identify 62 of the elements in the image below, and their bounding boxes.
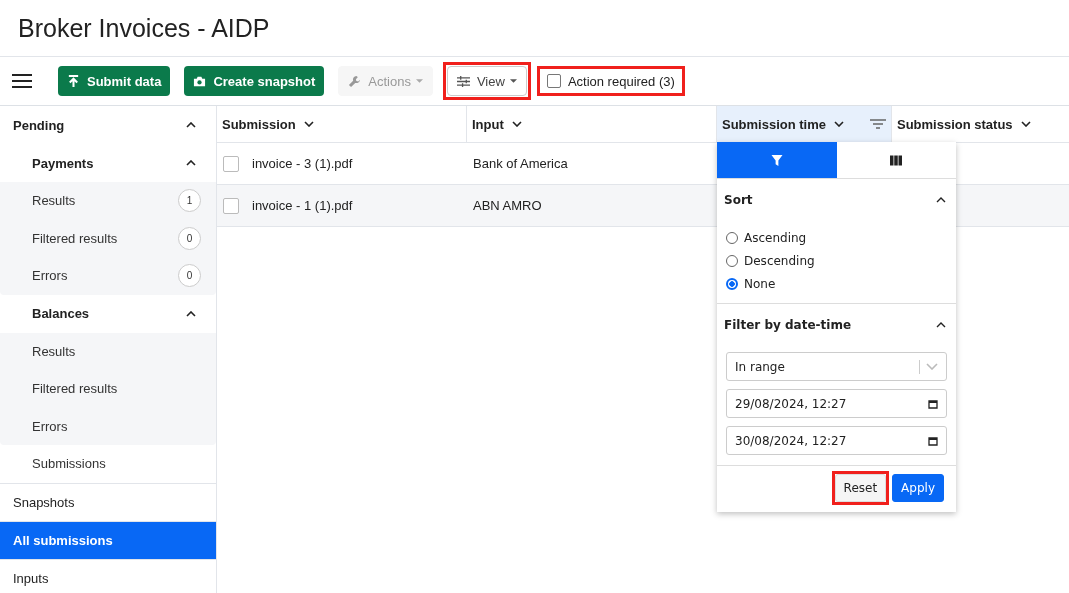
sidebar-item[interactable]: Submissions [32, 456, 106, 472]
operator-select[interactable]: In range [726, 352, 947, 381]
sidebar-item[interactable]: Errors [32, 418, 68, 434]
filter-icon [770, 154, 783, 166]
row-checkbox[interactable] [223, 155, 239, 172]
sidebar-item[interactable]: All submissions [0, 521, 216, 560]
sort-radio[interactable]: Descending [726, 252, 947, 270]
table-cell: Bank of America [473, 156, 568, 171]
date-field[interactable]: 30/08/2024, 12:27 [726, 426, 947, 455]
toolbar-button[interactable]: Submit data [58, 66, 171, 96]
chevron-icon [926, 363, 938, 370]
camera-icon [193, 74, 207, 88]
count-badge: 1 [178, 189, 201, 213]
sidebar-item[interactable]: Filtered results [32, 230, 118, 246]
sidebar-group[interactable]: Payments [0, 144, 216, 182]
sidebar-item[interactable]: Results [32, 343, 76, 359]
caret-icon [509, 79, 517, 83]
sidebar-group[interactable]: Balances [0, 294, 216, 333]
reset-button[interactable]: Reset [834, 474, 887, 502]
upload-icon [67, 74, 80, 88]
chevron-icon [936, 322, 946, 328]
chevron-icon [186, 310, 196, 317]
count-badge: 0 [178, 264, 201, 288]
chevron-icon [1020, 121, 1031, 127]
filter-icon[interactable] [870, 119, 886, 129]
apply-button[interactable]: Apply [892, 474, 944, 502]
menu-icon[interactable] [12, 74, 32, 88]
sidebar-item[interactable]: Snapshots [0, 483, 216, 522]
chevron-icon [186, 160, 196, 166]
caret-icon [415, 79, 423, 83]
date-field[interactable]: 29/08/2024, 12:27 [726, 389, 947, 418]
sort-radio[interactable]: Ascending [726, 229, 947, 247]
table-cell: invoice - 1 (1).pdf [252, 198, 353, 213]
table-cell: ABN AMRO [473, 198, 542, 213]
chevron-icon [303, 121, 314, 127]
menu-button[interactable]: View [446, 66, 527, 96]
sidebar-section[interactable]: Pending [0, 106, 216, 144]
sidebar-item[interactable]: Filtered results [32, 381, 118, 397]
count-badge: 0 [178, 226, 201, 250]
chevron-icon [186, 122, 196, 128]
sidebar-item[interactable]: Inputs [0, 559, 216, 593]
column-header[interactable]: Submission [217, 106, 467, 142]
column-header[interactable]: Submission time [717, 106, 892, 142]
columns-icon [890, 154, 903, 166]
column-header[interactable]: Submission status [892, 106, 1069, 142]
wrench-icon [348, 74, 362, 88]
sliders-icon [456, 74, 470, 88]
action-required-checkbox[interactable]: Action required (3) [540, 70, 681, 92]
chevron-icon [936, 197, 946, 203]
section-header[interactable]: Filter by date-time [717, 304, 956, 346]
chevron-icon [511, 121, 522, 127]
calendar-icon [928, 398, 938, 409]
sort-radio[interactable]: None [726, 275, 947, 293]
table-cell: invoice - 3 (1).pdf [252, 156, 353, 171]
chevron-icon [834, 121, 845, 127]
toolbar-button[interactable]: Create snapshot [184, 66, 325, 96]
row-checkbox[interactable] [223, 197, 239, 214]
sidebar-item[interactable]: Results [32, 193, 76, 209]
calendar-icon [928, 435, 938, 446]
page-title: Broker Invoices - AIDP [18, 13, 270, 43]
section-header[interactable]: Sort [717, 179, 956, 221]
sidebar-item[interactable]: Errors [32, 268, 68, 284]
